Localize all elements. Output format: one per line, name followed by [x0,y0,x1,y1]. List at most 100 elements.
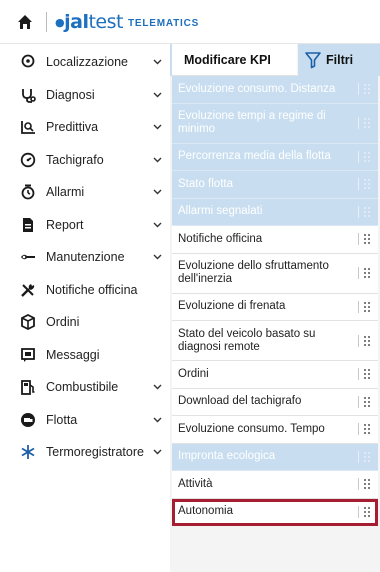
sidebar-item-termoregistratore[interactable]: Termoregistratore [0,436,170,469]
drag-handle-icon [364,118,370,128]
sidebar-item-diagnosi[interactable]: Diagnosi [0,79,170,112]
drag-handle[interactable] [358,266,372,280]
kpi-item[interactable]: Download del tachigrafo [172,388,378,416]
drag-handle[interactable] [358,477,372,491]
expand-chevron [152,447,162,457]
sidebar-item-flotta[interactable]: Flotta [0,404,170,437]
kpi-label: Allarmi segnalati [178,205,263,218]
chevron-down-icon [153,254,161,260]
maintenance-icon [20,249,36,265]
kpi-label: Download del tachigrafo [178,395,302,408]
kpi-item[interactable]: Autonomia [172,498,378,526]
kpi-label: Ordini [178,367,209,380]
drag-handle[interactable] [358,505,372,519]
sidebar-item-label: Combustibile [46,380,119,395]
kpi-label: Evoluzione di frenata [178,300,286,313]
drag-handle-icon [364,179,370,190]
fleet-truck-icon [20,412,36,428]
expand-chevron [152,90,162,100]
drag-handle[interactable] [358,367,372,381]
drag-handle[interactable] [358,177,372,191]
kpi-item[interactable]: Evoluzione dello sfruttamento dell'inerz… [172,253,378,294]
drag-handle-icon [364,451,370,462]
kpi-item[interactable]: Notifiche officina [172,226,378,254]
sidebar-item-localizzazione[interactable]: Localizzazione [0,46,170,79]
drag-handle-icon [364,84,370,95]
kpi-label: Autonomia [178,505,233,518]
drag-handle-icon [364,206,370,217]
sidebar-item-report[interactable]: Report [0,209,170,242]
drag-handle[interactable] [358,82,372,96]
sidebar-item-allarmi[interactable]: Allarmi [0,176,170,209]
drag-handle-icon [364,424,370,435]
drag-handle-icon [364,268,370,278]
kpi-item[interactable]: Percorrenza media della flotta [172,143,378,171]
kpi-item[interactable]: Stato flotta [172,171,378,199]
filters-label: Filtri [326,53,354,67]
drag-handle[interactable] [358,205,372,219]
kpi-item[interactable]: Stato del veicolo basato su diagnosi rem… [172,321,378,361]
drag-handle[interactable] [358,116,372,130]
workshop-tools-icon [20,282,36,298]
kpi-item[interactable]: Ordini [172,361,378,389]
sidebar-item-tachigrafo[interactable]: Tachigrafo [0,144,170,177]
sidebar-item-label: Termoregistratore [46,445,144,460]
report-document-icon [20,217,36,233]
sidebar-item-notifiche-officina[interactable]: Notifiche officina [0,274,170,307]
messages-icon [20,347,36,363]
chevron-down-icon [153,384,161,390]
drag-handle-icon [364,335,370,346]
drag-handle-icon [364,301,370,312]
sidebar-nav: Localizzazione Diagnosi Predittiva Tachigra… [0,44,170,572]
sidebar-item-label: Allarmi [46,185,85,200]
orders-box-icon [20,314,36,331]
kpi-item[interactable]: Attività [172,471,378,499]
drag-handle-icon [364,506,370,517]
chevron-down-icon [153,222,161,228]
sidebar-item-combustibile[interactable]: Combustibile [0,371,170,404]
drag-handle[interactable] [358,450,372,464]
drag-handle[interactable] [358,395,372,409]
sidebar-item-ordini[interactable]: Ordini [0,306,170,339]
sidebar-item-label: Messaggi [46,347,100,362]
sidebar-item-label: Tachigrafo [46,152,104,167]
kpi-item[interactable]: Impronta ecologica [172,443,378,471]
tachograph-icon [20,152,36,168]
drag-handle[interactable] [358,150,372,164]
sidebar-item-label: Predittiva [46,120,99,135]
kpi-panel: Modificare KPI Filtri Evoluzione consumo… [170,44,380,572]
chevron-down-icon [153,189,161,195]
drag-handle[interactable] [358,232,372,246]
sidebar-item-label: Localizzazione [46,55,128,70]
kpi-panel-header: Modificare KPI Filtri [170,44,380,76]
sidebar-item-manutenzione[interactable]: Manutenzione [0,241,170,274]
kpi-item[interactable]: Evoluzione tempi a regime di minimo [172,103,378,144]
alarm-clock-icon [20,184,36,200]
kpi-list: Evoluzione consumo. Distanza Evoluzione t… [170,76,380,526]
kpi-label: Attività [178,477,213,490]
chevron-down-icon [153,449,161,455]
expand-chevron [152,57,162,67]
drag-handle[interactable] [358,300,372,314]
kpi-label: Evoluzione dello sfruttamento dell'inerz… [178,260,329,285]
kpi-label: Percorrenza media della flotta [178,150,331,163]
chevron-down-icon [153,92,161,98]
drag-handle-icon [364,396,370,407]
expand-chevron [152,382,162,392]
filters-button[interactable]: Filtri [298,44,357,76]
home-button[interactable] [8,0,42,44]
kpi-item[interactable]: Evoluzione di frenata [172,293,378,321]
kpi-item[interactable]: Allarmi segnalati [172,198,378,226]
kpi-label: Stato del veicolo basato su diagnosi rem… [178,327,316,353]
drag-handle-icon [364,151,370,162]
sidebar-item-label: Notifiche officina [46,282,138,297]
drag-handle[interactable] [358,422,372,436]
sidebar-item-messaggi[interactable]: Messaggi [0,339,170,372]
sidebar-item-predittiva[interactable]: Predittiva [0,111,170,144]
kpi-item[interactable]: Evoluzione consumo. Tempo [172,416,378,444]
kpi-label: Impronta ecologica [178,450,276,463]
drag-handle[interactable] [358,334,372,348]
kpi-item[interactable]: Evoluzione consumo. Distanza [172,76,378,104]
sidebar-item-label: Ordini [46,315,80,330]
modify-kpi-button[interactable]: Modificare KPI [172,44,298,76]
